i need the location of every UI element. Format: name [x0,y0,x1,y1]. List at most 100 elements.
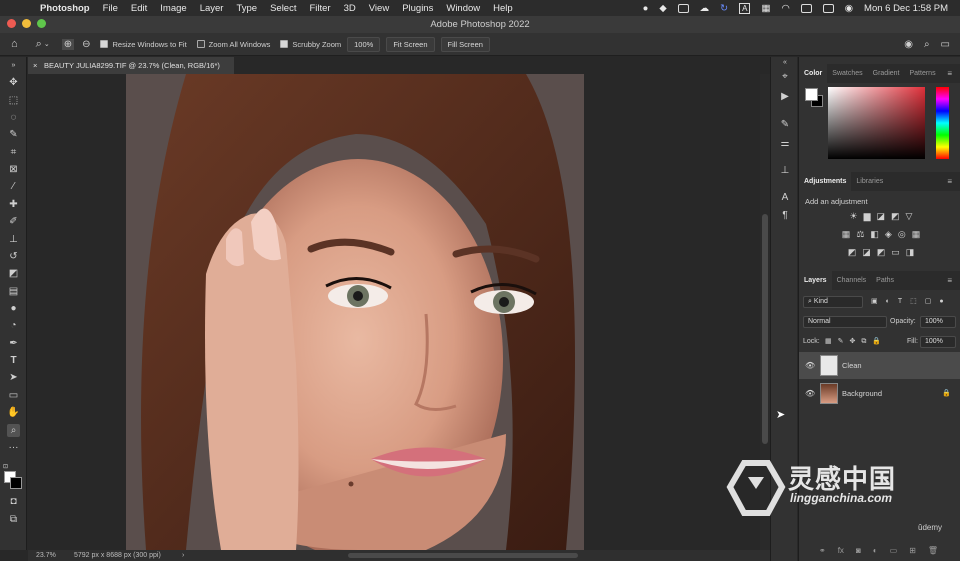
brushes-panel-icon[interactable]: ✎ [778,118,792,132]
healing-brush-tool-icon[interactable]: ✚ [7,198,20,211]
eye-icon[interactable]: 👁 [805,380,815,407]
gradient-map-icon[interactable]: ▭ [891,247,900,258]
move-tool-icon[interactable]: ✥ [7,76,20,89]
exposure-icon[interactable]: ◩ [891,211,900,222]
menu-image[interactable]: Image [160,3,186,14]
new-group-icon[interactable]: ▭ [890,546,898,555]
siri-icon[interactable]: ◉ [845,3,853,14]
color-lookup-icon[interactable]: ▦ [912,229,921,240]
screen-icon[interactable] [677,3,689,13]
lock-image-icon[interactable]: ✎ [838,336,844,348]
collapse-icon[interactable]: » [7,59,20,72]
history-brush-tool-icon[interactable]: ↺ [7,250,20,263]
layer-name[interactable]: Clean [842,352,862,379]
clone-stamp-tool-icon[interactable]: ⊥ [7,233,20,246]
black-white-icon[interactable]: ◧ [870,229,879,240]
shape-filter-icon[interactable]: ⬚ [910,296,917,308]
smart-object-filter-icon[interactable]: ▢ [925,296,932,308]
brush-tool-icon[interactable]: ✐ [7,215,20,228]
fill-field[interactable]: 100% [920,336,956,348]
tab-patterns[interactable]: Patterns [905,70,941,77]
crop-tool-icon[interactable]: ⌗ [7,146,20,159]
rectangle-tool-icon[interactable]: ▭ [7,389,20,402]
chevron-down-icon[interactable]: ⌄ [44,40,50,48]
brightness-contrast-icon[interactable]: ☀ [850,211,858,222]
close-tab-icon[interactable]: × [33,57,37,74]
panel-menu-icon[interactable]: ≡ [942,177,957,186]
tab-color[interactable]: Color [799,64,828,83]
type-filter-icon[interactable]: T [898,296,902,308]
filter-toggle-icon[interactable]: ● [939,296,943,308]
paragraph-panel-icon[interactable]: ¶ [778,209,792,223]
input-source-icon[interactable]: A [739,2,751,14]
tab-layers[interactable]: Layers [799,271,832,290]
fill-screen-button[interactable]: Fill Screen [440,36,490,52]
hand-tool-icon[interactable]: ✋ [7,406,20,419]
document-tab[interactable]: × BEAUTY JULIA8299.TIF @ 23.7% (Clean, R… [28,57,234,74]
menu-help[interactable]: Help [493,3,513,14]
color-field[interactable] [828,87,925,159]
wifi-icon[interactable]: ◠ [781,3,789,14]
background-color-swatch[interactable] [10,477,22,489]
home-icon[interactable]: ⌂ [11,38,18,50]
layer-style-icon[interactable]: fx [838,546,844,555]
new-layer-icon[interactable]: ⊞ [909,546,916,555]
pixel-filter-icon[interactable]: ▣ [871,296,878,308]
more-tools-icon[interactable]: ··· [7,441,20,454]
sync-icon[interactable]: ↻ [720,3,728,14]
levels-icon[interactable]: ▆ [864,211,871,222]
zoom-in-icon[interactable]: ⊕ [61,38,75,50]
tab-swatches[interactable]: Swatches [827,70,867,77]
document-photo[interactable] [126,74,584,550]
tab-adjustments[interactable]: Adjustments [799,172,852,191]
blur-tool-icon[interactable]: ● [7,302,20,315]
share-icon[interactable]: ◉ [904,39,913,50]
zoom-out-icon[interactable]: ⊖ [82,39,90,50]
color-balance-icon[interactable]: ⚖ [856,229,864,240]
keyboard-icon[interactable]: ▦ [761,3,770,14]
photo-filter-icon[interactable]: ◈ [885,229,892,240]
opacity-field[interactable]: 100% [920,316,956,328]
layer-filter-select[interactable]: ⌕ Kind [803,296,863,308]
app-menu[interactable]: Photoshop [40,3,90,14]
character-panel-icon[interactable]: A [778,191,792,205]
menu-type[interactable]: Type [236,3,257,14]
zoom-tool-preset-icon[interactable]: ⌕ [36,38,42,51]
curves-icon[interactable]: ◪ [877,211,886,222]
resize-windows-checkbox[interactable] [100,40,109,48]
posterize-icon[interactable]: ◪ [862,247,871,258]
foreground-color-swatch[interactable] [805,88,818,101]
default-colors-icon[interactable]: ⊡ [3,463,11,471]
tab-libraries[interactable]: Libraries [851,178,888,185]
blend-mode-select[interactable]: Normal [803,316,887,328]
panel-menu-icon[interactable]: ≡ [942,69,957,78]
dropbox-icon[interactable]: ◆ [659,3,666,14]
eraser-tool-icon[interactable]: ◩ [7,267,20,280]
menu-edit[interactable]: Edit [131,3,147,14]
vibrance-icon[interactable]: ▽ [906,211,913,222]
add-mask-icon[interactable]: ◙ [856,546,861,555]
tab-channels[interactable]: Channels [832,277,872,284]
actions-panel-icon[interactable]: ▶ [778,90,792,104]
close-window-button[interactable] [7,19,16,28]
threshold-icon[interactable]: ◩ [877,247,886,258]
type-tool-icon[interactable]: T [7,354,20,367]
screen-mode-icon[interactable]: ⧉ [7,513,20,526]
panel-menu-icon[interactable]: ≡ [942,276,957,285]
horizontal-scrollbar[interactable] [348,553,578,558]
menu-file[interactable]: File [103,3,118,14]
invert-icon[interactable]: ◩ [848,247,857,258]
quick-mask-icon[interactable]: ◘ [7,495,20,508]
clock[interactable]: Mon 6 Dec 1:58 PM [864,3,948,14]
channel-mixer-icon[interactable]: ◎ [898,229,906,240]
eye-icon[interactable]: 👁 [805,352,815,379]
history-panel-icon[interactable]: ⌖ [778,70,792,84]
collapse-dock-icon[interactable]: « [778,56,792,70]
clone-source-icon[interactable]: ⊥ [778,164,792,178]
zoom-window-button[interactable] [37,19,46,28]
menu-view[interactable]: View [369,3,389,14]
delete-layer-icon[interactable]: 🗑 [928,546,938,555]
lasso-tool-icon[interactable]: ◌ [7,111,20,124]
control-center-icon[interactable] [822,3,834,13]
brush-settings-icon[interactable]: ⚌ [778,137,792,151]
